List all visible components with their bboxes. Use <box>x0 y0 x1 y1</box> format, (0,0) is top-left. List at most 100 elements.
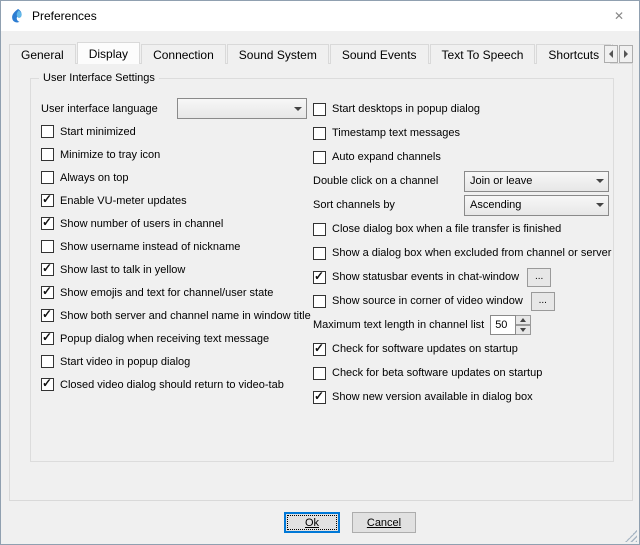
sort-channels-value: Ascending <box>470 199 592 211</box>
arrow-left-icon <box>609 50 613 58</box>
spin-down-button[interactable] <box>516 325 531 335</box>
checkbox-label: Start minimized <box>60 126 136 138</box>
cancel-button[interactable]: Cancel <box>352 512 416 533</box>
checkbox-label: Start desktops in popup dialog <box>332 103 480 115</box>
tab-scroll-right-button[interactable] <box>619 45 633 63</box>
checkbox-server-channel-in-title[interactable]: Show both server and channel name in win… <box>41 304 307 327</box>
app-icon <box>9 8 25 24</box>
max-text-length-value[interactable]: 50 <box>490 315 516 335</box>
ok-button[interactable]: Ok <box>284 512 340 533</box>
checkbox-show-username[interactable]: Show username instead of nickname <box>41 235 307 258</box>
tab-connection[interactable]: Connection <box>141 44 226 64</box>
checkbox-box[interactable] <box>41 217 54 230</box>
checkbox-box[interactable] <box>313 343 326 356</box>
double-click-row: Double click on a channel Join or leave <box>313 169 609 193</box>
double-click-select[interactable]: Join or leave <box>464 171 609 192</box>
checkbox-box[interactable] <box>313 367 326 380</box>
language-select[interactable] <box>177 98 307 119</box>
checkbox-show-emojis[interactable]: Show emojis and text for channel/user st… <box>41 281 307 304</box>
checkbox-box[interactable] <box>313 223 326 236</box>
checkbox-start-video-popup[interactable]: Start video in popup dialog <box>41 350 307 373</box>
checkbox-box[interactable] <box>313 127 326 140</box>
checkbox-label: Show a dialog box when excluded from cha… <box>332 247 611 259</box>
checkbox-label: Show username instead of nickname <box>60 241 240 253</box>
checkbox-vu-meter-updates[interactable]: Enable VU-meter updates <box>41 189 307 212</box>
checkbox-label: Check for beta software updates on start… <box>332 367 542 379</box>
checkbox-box[interactable] <box>41 148 54 161</box>
checkbox-always-on-top[interactable]: Always on top <box>41 166 307 189</box>
close-icon[interactable]: ✕ <box>609 7 629 25</box>
tab-label: General <box>21 48 64 62</box>
video-source-more-button[interactable]: ... <box>531 292 555 311</box>
checkbox-label: Show number of users in channel <box>60 218 223 230</box>
max-text-length-row: Maximum text length in channel list 50 <box>313 313 609 337</box>
checkbox-box[interactable] <box>41 240 54 253</box>
checkbox-beta-updates[interactable]: Check for beta software updates on start… <box>313 361 609 385</box>
tab-general[interactable]: General <box>9 44 76 64</box>
checkbox-box[interactable] <box>41 263 54 276</box>
checkbox-box[interactable] <box>41 309 54 322</box>
checkbox-label: Show statusbar events in chat-window <box>332 271 519 283</box>
checkbox-label: Show source in corner of video window <box>332 295 523 307</box>
checkbox-box[interactable] <box>41 125 54 138</box>
tab-text-to-speech[interactable]: Text To Speech <box>430 44 536 64</box>
left-column: User interface language Start minimized … <box>41 97 307 396</box>
checkbox-label: Enable VU-meter updates <box>60 195 187 207</box>
tab-scroll-left-button[interactable] <box>604 45 618 63</box>
checkbox-label: Timestamp text messages <box>332 127 460 139</box>
checkbox-box[interactable] <box>313 295 326 308</box>
tab-label: Sound System <box>239 48 317 62</box>
checkbox-box[interactable] <box>41 332 54 345</box>
tab-label: Sound Events <box>342 48 417 62</box>
tab-sound-events[interactable]: Sound Events <box>330 44 429 64</box>
checkbox-closed-video-return-tab[interactable]: Closed video dialog should return to vid… <box>41 373 307 396</box>
checkbox-minimize-to-tray[interactable]: Minimize to tray icon <box>41 143 307 166</box>
checkbox-box[interactable] <box>41 355 54 368</box>
checkbox-start-minimized[interactable]: Start minimized <box>41 120 307 143</box>
checkbox-label: Always on top <box>60 172 128 184</box>
groupbox-title: User Interface Settings <box>39 72 159 84</box>
sort-channels-label: Sort channels by <box>313 199 395 211</box>
checkbox-close-filetransfer-dialog[interactable]: Close dialog box when a file transfer is… <box>313 217 609 241</box>
max-text-length-spinner[interactable]: 50 <box>490 315 531 335</box>
tab-sound-system[interactable]: Sound System <box>227 44 329 64</box>
sort-channels-select[interactable]: Ascending <box>464 195 609 216</box>
double-click-label: Double click on a channel <box>313 175 438 187</box>
checkbox-box[interactable] <box>313 271 326 284</box>
spin-up-button[interactable] <box>516 315 531 325</box>
checkbox-box[interactable] <box>41 286 54 299</box>
triangle-down-icon <box>520 328 526 332</box>
checkbox-start-desktops-popup[interactable]: Start desktops in popup dialog <box>313 97 609 121</box>
checkbox-box[interactable] <box>41 171 54 184</box>
tab-display[interactable]: Display <box>77 42 140 64</box>
tab-shortcuts[interactable]: Shortcuts <box>536 44 611 64</box>
checkbox-excluded-dialog[interactable]: Show a dialog box when excluded from cha… <box>313 241 609 265</box>
sort-channels-row: Sort channels by Ascending <box>313 193 609 217</box>
checkbox-box[interactable] <box>313 391 326 404</box>
checkbox-popup-text-message[interactable]: Popup dialog when receiving text message <box>41 327 307 350</box>
checkbox-last-to-talk-yellow[interactable]: Show last to talk in yellow <box>41 258 307 281</box>
checkbox-statusbar-events[interactable]: Show statusbar events in chat-window <box>313 271 519 284</box>
resize-grip[interactable] <box>625 530 637 542</box>
checkbox-label: Show new version available in dialog box <box>332 391 533 403</box>
checkbox-label: Popup dialog when receiving text message <box>60 333 269 345</box>
checkbox-timestamp-messages[interactable]: Timestamp text messages <box>313 121 609 145</box>
checkbox-box[interactable] <box>41 378 54 391</box>
double-click-value: Join or leave <box>470 175 592 187</box>
checkbox-box[interactable] <box>313 151 326 164</box>
max-text-length-label: Maximum text length in channel list <box>313 319 484 331</box>
checkbox-show-user-count[interactable]: Show number of users in channel <box>41 212 307 235</box>
checkbox-auto-expand-channels[interactable]: Auto expand channels <box>313 145 609 169</box>
titlebar[interactable]: Preferences ✕ <box>1 1 639 31</box>
checkbox-box[interactable] <box>313 247 326 260</box>
statusbar-events-more-button[interactable]: ... <box>527 268 551 287</box>
checkbox-label: Show emojis and text for channel/user st… <box>60 287 273 299</box>
display-tab-page: User Interface Settings User interface l… <box>9 63 633 501</box>
checkbox-box[interactable] <box>313 103 326 116</box>
right-column: Start desktops in popup dialog Timestamp… <box>313 97 609 409</box>
checkbox-new-version-dialog[interactable]: Show new version available in dialog box <box>313 385 609 409</box>
checkbox-video-source-corner[interactable]: Show source in corner of video window <box>313 295 523 308</box>
checkbox-software-updates[interactable]: Check for software updates on startup <box>313 337 609 361</box>
checkbox-box[interactable] <box>41 194 54 207</box>
tab-scroller <box>603 45 633 63</box>
